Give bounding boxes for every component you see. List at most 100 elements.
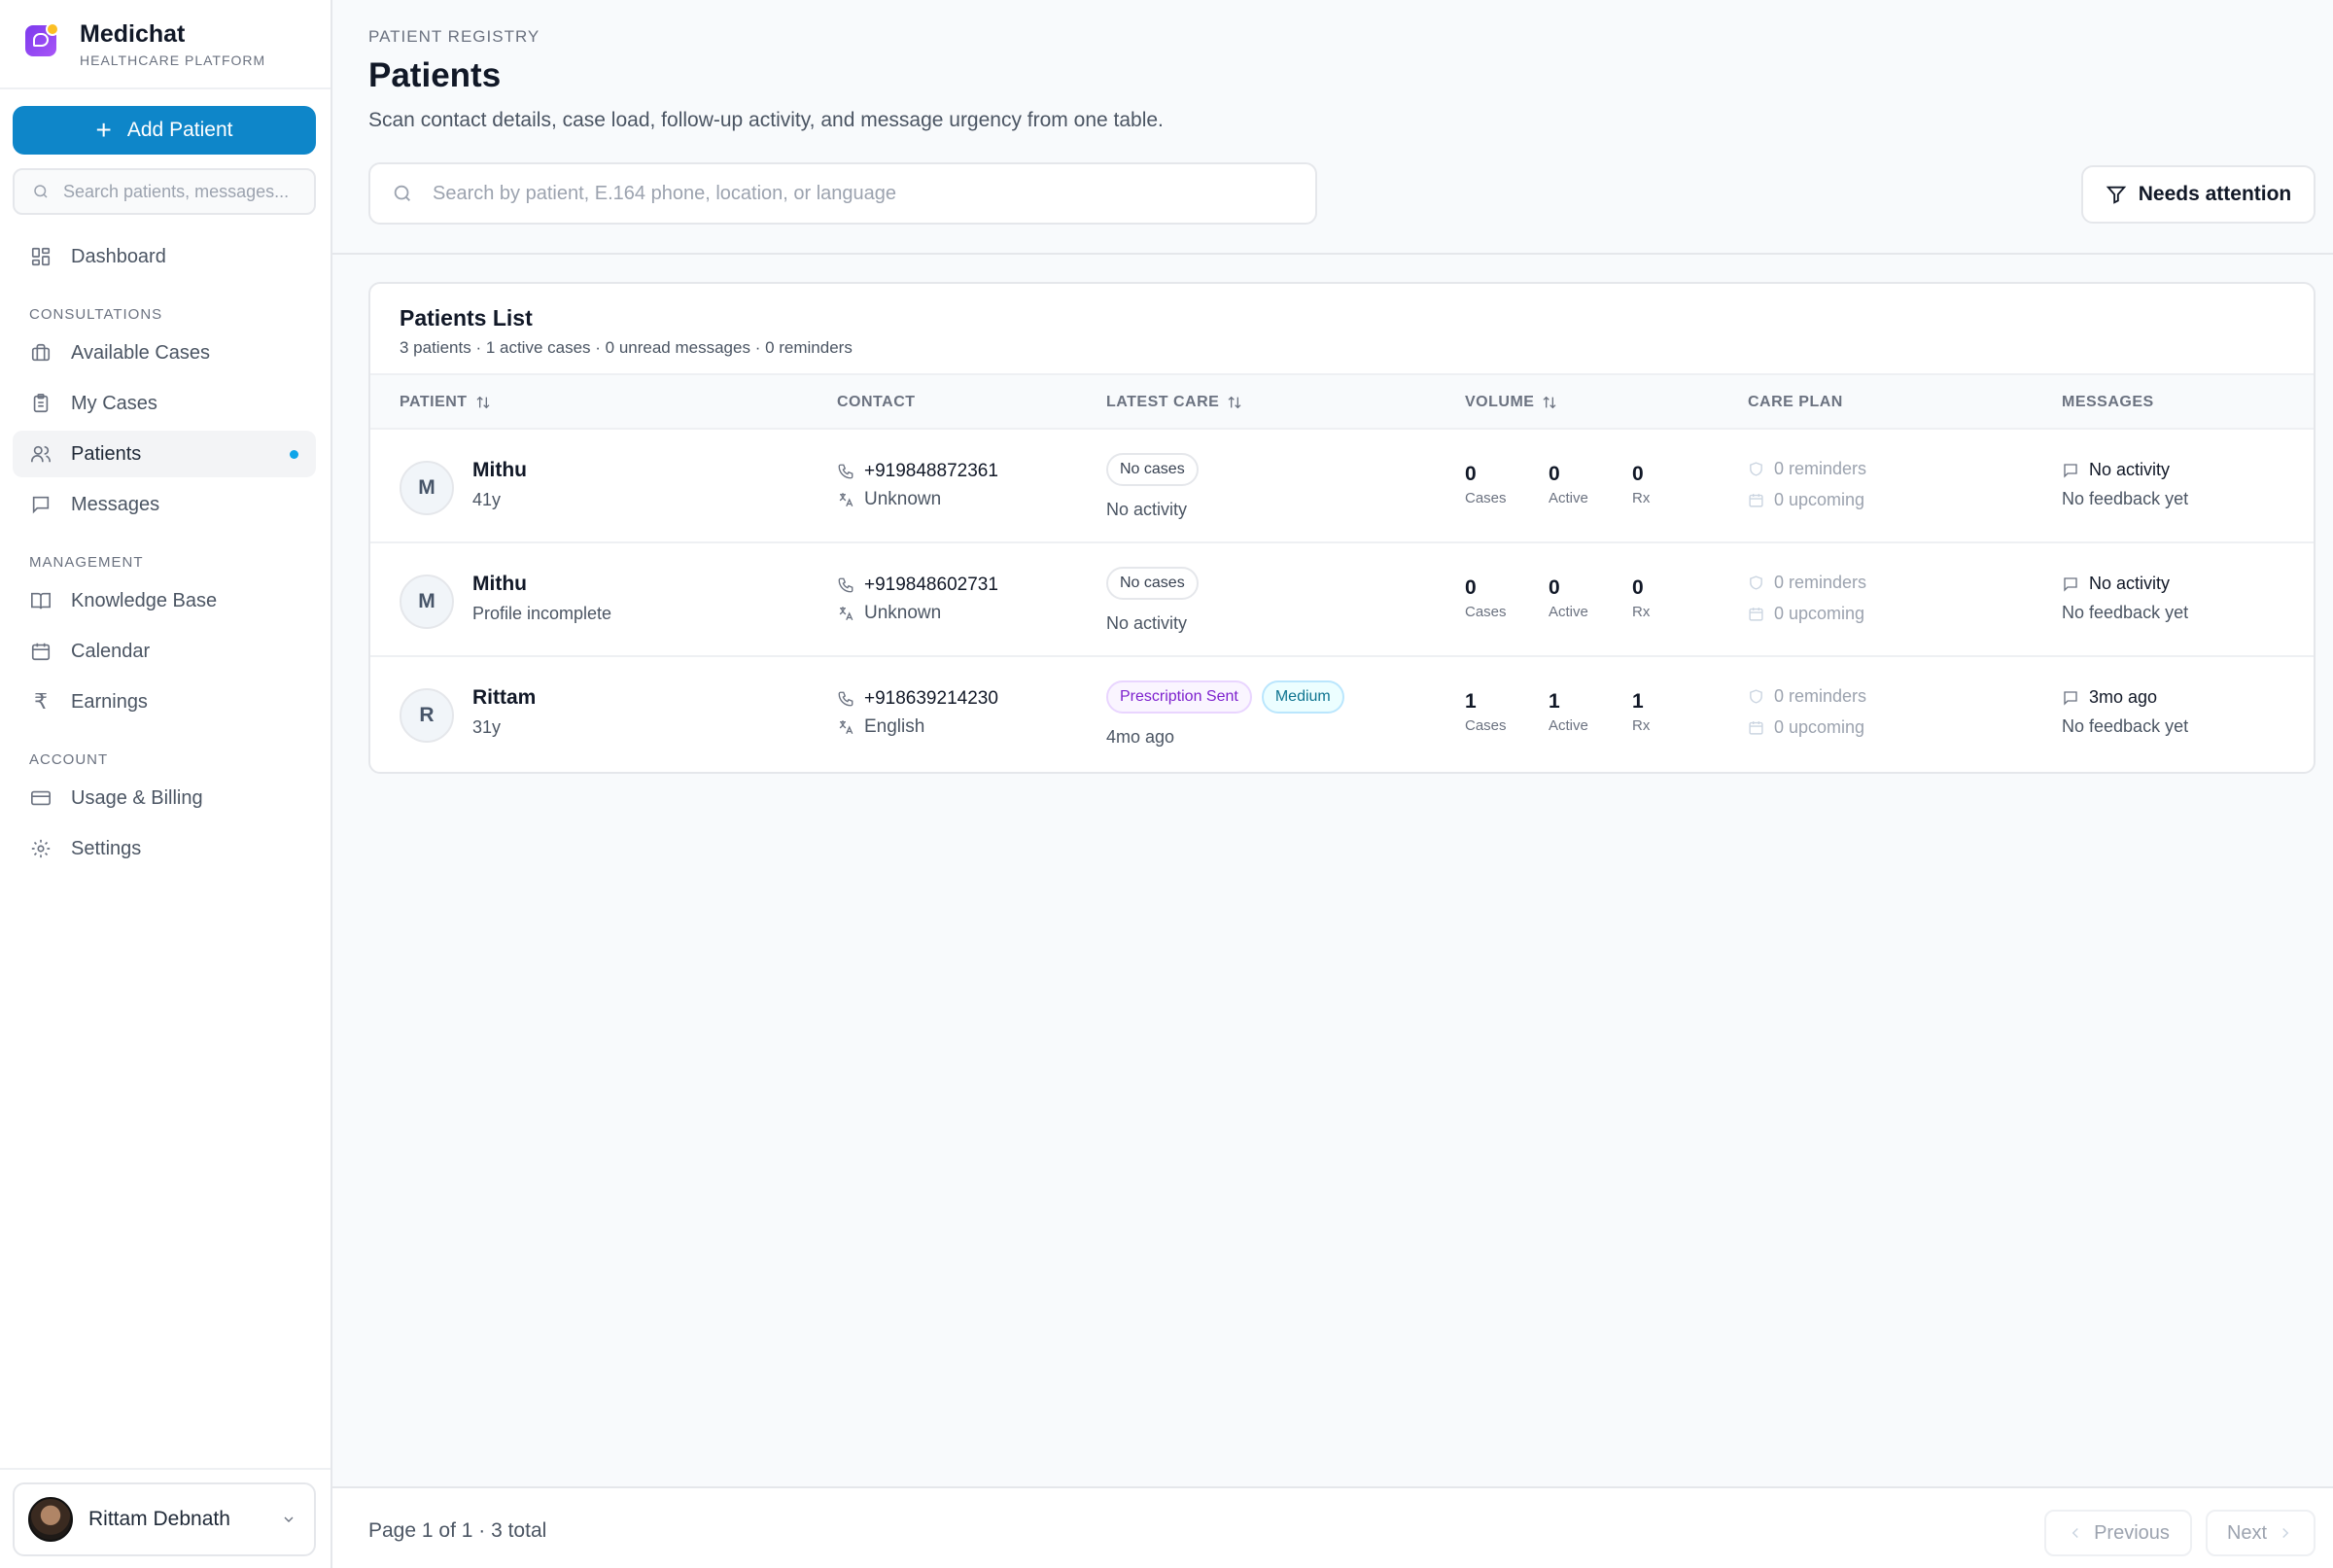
sidebar-item-my-cases[interactable]: My Cases <box>13 380 316 427</box>
phone-icon <box>838 464 853 479</box>
table-title: Patients List <box>400 305 533 331</box>
users-icon <box>31 445 51 463</box>
add-patient-button[interactable]: + Add Patient <box>13 106 316 155</box>
briefcase-icon <box>31 343 51 362</box>
care-badges: No cases <box>1106 453 1199 486</box>
message-activity-text: No activity <box>2089 574 2171 593</box>
sort-icon <box>1228 396 1241 409</box>
patient-search-input[interactable] <box>433 182 1288 205</box>
message-icon <box>2064 576 2077 592</box>
contact-language: Unknown <box>837 603 941 624</box>
language-icon <box>839 720 853 735</box>
message-feedback: No feedback yet <box>2062 603 2189 622</box>
priority-badge: Medium <box>1261 680 1344 714</box>
volume-value: 0 <box>1632 576 1644 599</box>
language-icon <box>839 493 853 507</box>
main-content: PATIENT REGISTRY Patients Scan contact d… <box>332 0 2333 1568</box>
care-plan-upcoming: 0 upcoming <box>1748 717 1864 738</box>
language-icon <box>839 607 853 621</box>
message-feedback: No feedback yet <box>2062 716 2189 736</box>
volume-label: Active <box>1549 490 1588 506</box>
calendar-icon <box>1749 494 1763 507</box>
patient-name[interactable]: Mithu <box>472 459 527 482</box>
sidebar-item-available-cases[interactable]: Available Cases <box>13 330 316 376</box>
sidebar-item-usage-billing[interactable]: Usage & Billing <box>13 775 316 821</box>
care-plan-upcoming: 0 upcoming <box>1748 490 1864 510</box>
message-activity-text: No activity <box>2089 460 2171 479</box>
user-area: Rittam Debnath <box>0 1468 331 1568</box>
previous-page-button[interactable]: Previous <box>2044 1510 2192 1556</box>
patients-table-card: Patients List 3 patients · 1 active case… <box>368 282 2316 774</box>
patient-meta: 41y <box>472 490 502 509</box>
column-header-volume[interactable]: VOLUME <box>1465 394 1557 411</box>
message-activity: 3mo ago <box>2062 687 2157 708</box>
page-info: Page 1 of 1 · 3 total <box>368 1519 547 1542</box>
patient-name[interactable]: Mithu <box>472 573 527 596</box>
patient-name[interactable]: Rittam <box>472 686 536 710</box>
sidebar-item-patients[interactable]: Patients <box>13 431 316 477</box>
phone-icon <box>838 577 853 593</box>
upcoming-text: 0 upcoming <box>1774 604 1865 623</box>
next-page-button[interactable]: Next <box>2206 1510 2316 1556</box>
sidebar-item-earnings[interactable]: ₹ Earnings <box>13 679 316 725</box>
volume-value: 0 <box>1465 463 1477 485</box>
volume-active: 0 Active <box>1549 463 1588 506</box>
volume-value: 0 <box>1549 463 1560 485</box>
sidebar-item-calendar[interactable]: Calendar <box>13 628 316 675</box>
pagination-bar: Page 1 of 1 · 3 total Previous Next <box>332 1486 2333 1568</box>
message-activity: No activity <box>2062 574 2170 594</box>
volume-label: Rx <box>1632 717 1651 734</box>
volume-rx: 0 Rx <box>1632 576 1650 620</box>
user-menu[interactable]: Rittam Debnath <box>13 1482 316 1556</box>
needs-attention-label: Needs attention <box>2138 183 2292 205</box>
table-header: PATIENT CONTACT LATEST CARE VOLUME CARE … <box>370 373 2314 430</box>
care-badges: Prescription Sent Medium <box>1106 680 1344 714</box>
brand-name: Medichat <box>80 20 186 48</box>
chevron-right-icon <box>2282 1527 2289 1539</box>
table-row[interactable]: M Mithu Profile incomplete +919848602731… <box>370 543 2314 657</box>
sidebar-item-label: Settings <box>71 837 142 859</box>
sidebar-item-knowledge-base[interactable]: Knowledge Base <box>13 577 316 624</box>
volume-label: Rx <box>1632 604 1651 620</box>
column-header-latest-care[interactable]: LATEST CARE <box>1106 394 1242 411</box>
table-row[interactable]: M Mithu 41y +919848872361 Unknown No cas… <box>370 430 2314 543</box>
prescription-badge: Prescription Sent <box>1106 680 1252 714</box>
patient-avatar: M <box>400 461 454 515</box>
language-value: Unknown <box>864 603 942 623</box>
patient-avatar: R <box>400 688 454 743</box>
volume-value: 0 <box>1465 576 1477 599</box>
table-row[interactable]: R Rittam 31y +918639214230 English Presc… <box>370 657 2314 771</box>
plus-icon: + <box>95 115 112 145</box>
rupee-icon: ₹ <box>34 689 48 714</box>
phone-icon <box>838 691 853 707</box>
search-icon <box>34 185 48 198</box>
brand-subtitle: HEALTHCARE PLATFORM <box>80 52 266 68</box>
gear-icon <box>31 839 51 858</box>
sidebar-search-input[interactable] <box>63 181 306 202</box>
avatar <box>28 1497 73 1542</box>
sidebar-item-dashboard[interactable]: Dashboard <box>13 233 316 280</box>
sidebar-item-label: Knowledge Base <box>71 589 218 611</box>
column-label: LATEST CARE <box>1106 394 1220 410</box>
shield-icon <box>1750 689 1762 704</box>
volume-cases: 0 Cases <box>1465 576 1507 620</box>
sidebar-item-messages[interactable]: Messages <box>13 481 316 528</box>
column-header-contact: CONTACT <box>837 394 916 411</box>
column-label: VOLUME <box>1465 394 1535 410</box>
message-icon <box>2064 463 2077 478</box>
volume-rx: 0 Rx <box>1632 463 1650 506</box>
medichat-logo-icon <box>25 22 59 56</box>
sidebar-item-settings[interactable]: Settings <box>13 825 316 872</box>
volume-label: Cases <box>1465 490 1507 506</box>
latest-care-time: No activity <box>1106 613 1188 633</box>
reminders-text: 0 reminders <box>1774 459 1867 478</box>
reminders-text: 0 reminders <box>1774 573 1867 592</box>
message-icon <box>32 496 50 514</box>
sidebar-item-label: Dashboard <box>71 245 166 267</box>
message-activity: No activity <box>2062 460 2170 480</box>
sort-icon <box>476 396 490 409</box>
calendar-icon <box>1749 721 1763 735</box>
volume-active: 1 Active <box>1549 690 1588 734</box>
column-header-patient[interactable]: PATIENT <box>400 394 491 411</box>
needs-attention-button[interactable]: Needs attention <box>2081 165 2316 224</box>
